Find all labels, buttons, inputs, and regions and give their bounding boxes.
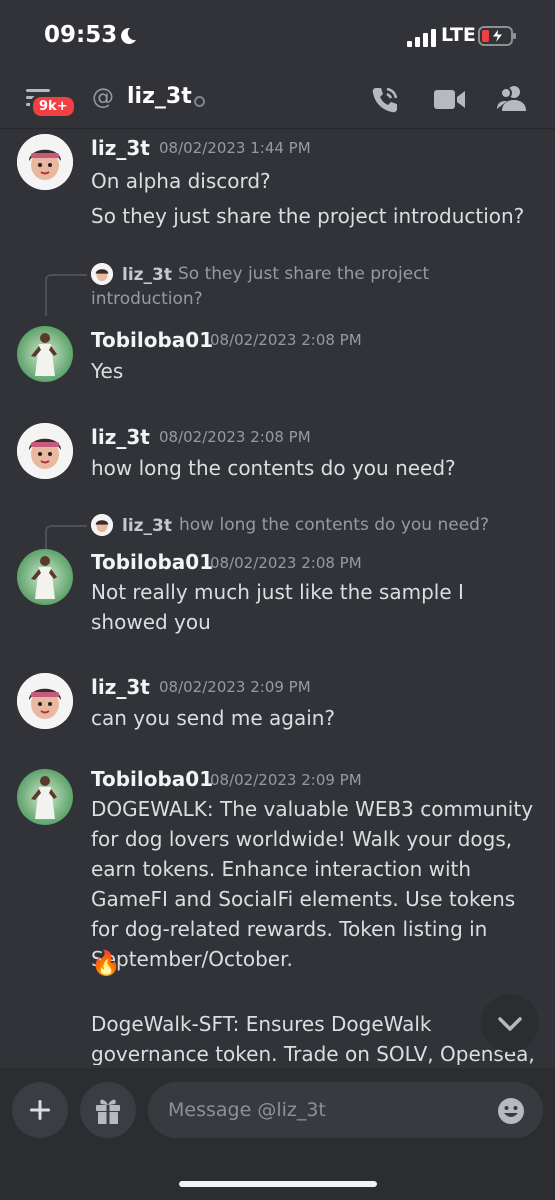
message-timestamp: 08/02/2023 2:08 PM bbox=[159, 428, 311, 446]
avatar[interactable] bbox=[17, 134, 73, 190]
call-icon[interactable] bbox=[369, 84, 401, 116]
avatar-image bbox=[17, 423, 73, 479]
message-text: So they just share the project introduct… bbox=[91, 204, 525, 228]
reply-connector bbox=[45, 274, 87, 316]
message-text: DOGEWALK: The valuable WEB3 community fo… bbox=[91, 797, 534, 971]
avatar[interactable] bbox=[17, 326, 73, 382]
username[interactable]: liz_3t bbox=[91, 425, 150, 449]
message-timestamp: 08/02/2023 2:08 PM bbox=[210, 554, 362, 572]
username[interactable]: Tobiloba01 bbox=[91, 328, 213, 352]
username[interactable]: liz_3t bbox=[91, 136, 150, 160]
message-text: On alpha discord? bbox=[91, 169, 271, 193]
reply-preview-text[interactable]: So they just share the project introduct… bbox=[91, 262, 451, 312]
plus-icon bbox=[30, 1100, 50, 1120]
message-composer bbox=[0, 1068, 555, 1200]
reply-username[interactable]: liz_3t bbox=[122, 516, 172, 536]
avatar-image bbox=[31, 333, 57, 376]
channel-header: 9k+ @ liz_3t bbox=[0, 72, 555, 129]
avatar-image bbox=[31, 556, 57, 599]
message-text: DogeWalk-SFT: Ensures DogeWalk governanc… bbox=[91, 1012, 535, 1065]
gift-icon bbox=[96, 1099, 120, 1124]
message-timestamp: 08/02/2023 2:09 PM bbox=[210, 771, 362, 789]
emoji-icon[interactable] bbox=[497, 1097, 525, 1125]
message-text: Not really much just like the sample I s… bbox=[91, 580, 464, 634]
username[interactable]: Tobiloba01 bbox=[91, 767, 213, 791]
status-time: 09:53 bbox=[44, 22, 118, 48]
message-input[interactable] bbox=[148, 1082, 543, 1138]
signal-icon bbox=[407, 29, 436, 47]
chevron-down-icon bbox=[498, 1017, 522, 1031]
message-text: how long the contents do you need? bbox=[91, 456, 456, 480]
status-bar: 09:53 LTE bbox=[0, 0, 555, 72]
gift-button[interactable] bbox=[80, 1082, 136, 1138]
avatar-image bbox=[17, 673, 73, 729]
moon-icon bbox=[121, 27, 136, 44]
battery-charging-icon bbox=[478, 26, 516, 46]
scroll-to-bottom-button[interactable] bbox=[481, 994, 539, 1052]
add-attachment-button[interactable] bbox=[12, 1082, 68, 1138]
network-type: LTE bbox=[441, 24, 476, 46]
username[interactable]: liz_3t bbox=[91, 675, 150, 699]
avatar[interactable] bbox=[17, 673, 73, 729]
message-text: Yes bbox=[91, 359, 124, 383]
username[interactable]: Tobiloba01 bbox=[91, 550, 213, 574]
reply-avatar bbox=[91, 514, 113, 536]
page-title[interactable]: liz_3t bbox=[127, 84, 192, 109]
avatar[interactable] bbox=[17, 423, 73, 479]
avatar[interactable] bbox=[17, 769, 73, 825]
reply-connector bbox=[45, 525, 87, 549]
message-timestamp: 08/02/2023 2:09 PM bbox=[159, 678, 311, 696]
unread-badge: 9k+ bbox=[30, 94, 77, 119]
message-timestamp: 08/02/2023 2:08 PM bbox=[210, 331, 362, 349]
message-timestamp: 08/02/2023 1:44 PM bbox=[159, 139, 311, 157]
fire-emoji: 🔥 bbox=[91, 949, 121, 977]
members-icon[interactable] bbox=[497, 84, 527, 112]
offline-status-icon bbox=[194, 96, 205, 107]
avatar-image bbox=[17, 134, 73, 190]
message-text: can you send me again? bbox=[91, 706, 336, 730]
reply-preview-text[interactable]: how long the contents do you need? bbox=[179, 513, 489, 538]
at-icon: @ bbox=[92, 85, 114, 110]
avatar[interactable] bbox=[17, 549, 73, 605]
avatar-image bbox=[31, 776, 57, 819]
video-icon[interactable] bbox=[434, 88, 466, 112]
home-indicator bbox=[179, 1181, 377, 1187]
